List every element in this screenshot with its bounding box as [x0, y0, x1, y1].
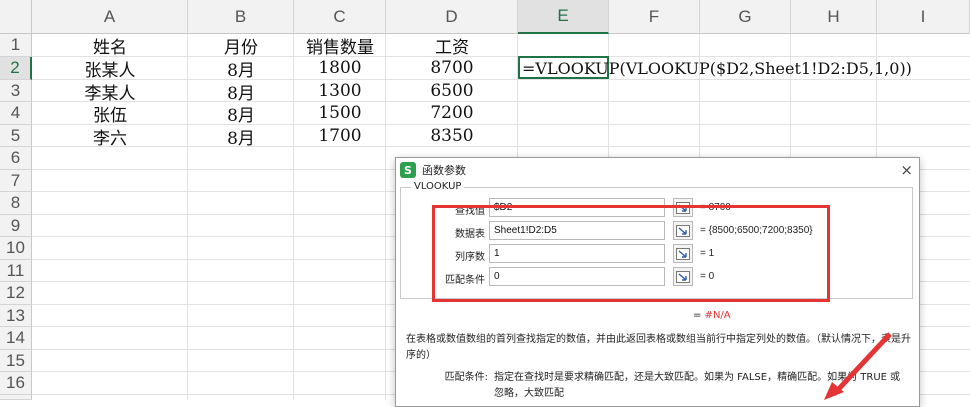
cell-c4[interactable]: 1500: [294, 102, 386, 124]
range-select-button[interactable]: [673, 267, 693, 286]
cell-a2[interactable]: 张某人: [32, 57, 188, 81]
row-header-3[interactable]: 3: [0, 80, 32, 102]
cell-b1[interactable]: 月份: [188, 34, 294, 58]
table-array-input[interactable]: Sheet1!D2:D5: [489, 221, 665, 240]
row-header-13[interactable]: 13: [0, 305, 32, 327]
arguments-group: VLOOKUP 查找值 $D2 = 8700 数据表 Sheet1!D2:D5 …: [400, 181, 913, 299]
arg-result: = 1: [700, 248, 715, 259]
close-icon[interactable]: ×: [900, 161, 913, 179]
column-header-i[interactable]: I: [877, 0, 970, 34]
parameter-description: 匹配条件: 指定在查找时是要求精确匹配，还是大致匹配。如果为 FALSE，精确匹配…: [406, 370, 911, 402]
row-header-15[interactable]: 15: [0, 350, 32, 372]
cell-d3[interactable]: 6500: [386, 80, 518, 102]
row-header-9[interactable]: 9: [0, 215, 32, 237]
column-header-f[interactable]: F: [609, 0, 700, 34]
function-arguments-dialog: S 函数参数 × VLOOKUP 查找值 $D2 = 8700 数据表 Shee…: [395, 157, 920, 407]
function-description: 在表格或数值数组的首列查找指定的数值，并由此返回表格或数组当前行中指定列处的数值…: [406, 334, 911, 361]
row-header-7[interactable]: 7: [0, 170, 32, 192]
row-header-17[interactable]: [0, 395, 32, 400]
row-header-14[interactable]: 14: [0, 327, 32, 350]
column-header-b[interactable]: B: [188, 0, 294, 34]
column-header-e[interactable]: E: [518, 0, 609, 34]
range-select-icon: [676, 270, 690, 283]
lookup-value-input[interactable]: $D2: [489, 198, 665, 217]
arg-row-range-lookup: 匹配条件 0 = 0: [401, 267, 912, 287]
row-header-8[interactable]: 8: [0, 192, 32, 215]
cell-d2[interactable]: 8700: [386, 57, 518, 79]
dialog-titlebar[interactable]: S 函数参数 ×: [396, 158, 919, 182]
column-header-a[interactable]: A: [32, 0, 188, 34]
column-header-h[interactable]: H: [791, 0, 877, 34]
param-desc-line-1: 指定在查找时是要求精确匹配，还是大致匹配。如果为 FALSE，精确匹配。如果为 …: [494, 372, 901, 383]
col-index-input[interactable]: 1: [489, 244, 665, 263]
cell-b5[interactable]: 8月: [188, 125, 294, 149]
arg-result: = 0: [700, 271, 715, 282]
column-header-g[interactable]: G: [700, 0, 791, 34]
arg-label: 列序数: [455, 252, 485, 263]
range-select-icon: [676, 201, 690, 214]
cell-b4[interactable]: 8月: [188, 102, 294, 126]
arg-result: = {8500;6500;7200;8350}: [700, 225, 813, 236]
row-header-16[interactable]: 16: [0, 372, 32, 395]
formula-result-prefix: =: [693, 310, 705, 321]
row-header-6[interactable]: 6: [0, 147, 32, 170]
function-name-label: VLOOKUP: [411, 181, 465, 192]
row-header-12[interactable]: 12: [0, 282, 32, 305]
row-header-5[interactable]: 5: [0, 125, 32, 147]
select-all-corner[interactable]: [0, 0, 32, 34]
cell-a1[interactable]: 姓名: [32, 34, 188, 58]
arg-result: = 8700: [700, 202, 731, 213]
arg-row-col-index: 列序数 1 = 1: [401, 244, 912, 264]
cell-a5[interactable]: 李六: [32, 125, 188, 149]
row-header-1[interactable]: 1: [0, 34, 32, 57]
formula-result-value: #N/A: [704, 310, 731, 321]
range-select-button[interactable]: [673, 221, 693, 240]
column-header-d[interactable]: D: [386, 0, 518, 34]
cell-b3[interactable]: 8月: [188, 80, 294, 104]
column-header-c[interactable]: C: [294, 0, 386, 34]
param-name: 匹配条件:: [444, 372, 488, 383]
row-header-4[interactable]: 4: [0, 102, 32, 125]
cell-c1[interactable]: 销售数量: [294, 34, 386, 58]
cell-d5[interactable]: 8350: [386, 125, 518, 147]
cell-a4[interactable]: 张伍: [32, 102, 188, 126]
wps-app-icon: S: [400, 162, 416, 178]
cell-c5[interactable]: 1700: [294, 125, 386, 147]
dialog-title: 函数参数: [422, 164, 466, 177]
range-lookup-input[interactable]: 0: [489, 267, 665, 286]
arg-label: 匹配条件: [445, 275, 485, 286]
cell-a3[interactable]: 李某人: [32, 80, 188, 104]
arg-label: 查找值: [455, 206, 485, 217]
cell-c2[interactable]: 1800: [294, 57, 386, 79]
arg-label: 数据表: [455, 229, 485, 240]
cell-e2-formula[interactable]: =VLOOKUP(VLOOKUP($D2,Sheet1!D2:D5,1,0)): [522, 57, 912, 79]
range-select-button[interactable]: [673, 198, 693, 217]
range-select-icon: [676, 224, 690, 237]
row-header-10[interactable]: 10: [0, 237, 32, 260]
cell-b2[interactable]: 8月: [188, 57, 294, 81]
cell-d1[interactable]: 工资: [386, 34, 518, 58]
cell-d4[interactable]: 7200: [386, 102, 518, 124]
arg-row-table-array: 数据表 Sheet1!D2:D5 = {8500;6500;7200;8350}: [401, 221, 912, 241]
cell-c3[interactable]: 1300: [294, 80, 386, 102]
row-header-2[interactable]: 2: [0, 57, 32, 80]
range-select-icon: [676, 247, 690, 260]
formula-result: = #N/A: [693, 310, 731, 321]
arg-row-lookup-value: 查找值 $D2 = 8700: [401, 198, 912, 218]
range-select-button[interactable]: [673, 244, 693, 263]
row-header-11[interactable]: 11: [0, 260, 32, 282]
